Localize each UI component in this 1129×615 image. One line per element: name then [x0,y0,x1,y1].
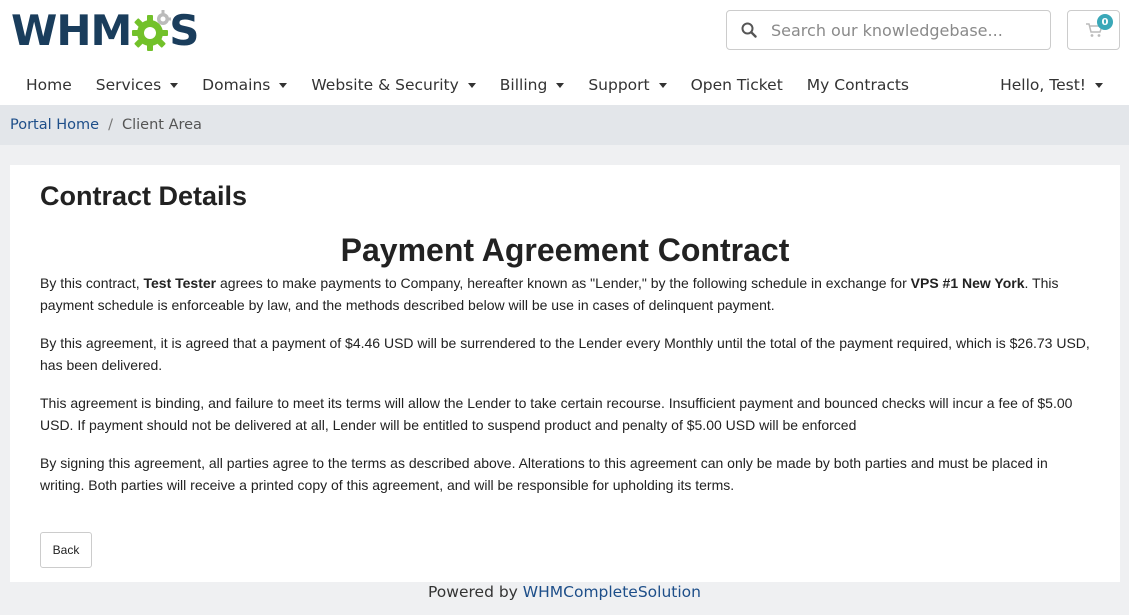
client-name: Test Tester [143,275,217,291]
contract-card: Contract Details Payment Agreement Contr… [10,165,1120,582]
caret-down-icon [658,82,667,88]
nav-item-label: Domains [202,76,271,94]
nav-item-open-ticket[interactable]: Open Ticket [679,76,795,94]
footer-link[interactable]: WHMCompleteSolution [523,583,701,601]
nav-item-label: Support [588,76,650,94]
nav-item-label: Open Ticket [690,76,783,94]
contract-text: agrees to make payments to Company, here… [216,275,911,291]
search-input[interactable] [771,20,1041,40]
account-menu[interactable]: Hello, Test! [988,76,1115,94]
knowledgebase-search[interactable] [726,10,1051,50]
contract-heading: Payment Agreement Contract [340,232,790,268]
logo-text-prefix: WHM [11,6,132,55]
cart-button[interactable]: 0 [1067,10,1120,50]
nav-item-my-contracts[interactable]: My Contracts [795,76,921,94]
caret-down-icon [1095,82,1103,88]
account-nav: Hello, Test! [988,66,1115,104]
nav-item-home[interactable]: Home [14,76,84,94]
search-icon[interactable] [727,11,771,49]
nav-item-website-security[interactable]: Website & Security [299,76,487,94]
gear-logo-icon [132,10,172,51]
caret-down-icon [556,82,565,88]
contract-paragraph: By this agreement, it is agreed that a p… [40,335,1090,373]
contract-paragraph: By this contract, Test Tester agrees to … [40,272,1090,316]
nav-item-domains[interactable]: Domains [190,76,299,94]
product-name: VPS #1 New York [910,275,1025,291]
nav-item-services[interactable]: Services [84,76,190,94]
breadcrumb: Portal Home / Client Area [0,105,1129,145]
breadcrumb-current: Client Area [121,117,202,133]
whmcs-logo[interactable]: WHM S [11,6,200,55]
caret-down-icon [170,82,179,88]
nav-item-billing[interactable]: Billing [488,76,577,94]
caret-down-icon [279,82,288,88]
footer: Powered by WHMCompleteSolution [0,583,1129,607]
nav-item-label: Home [26,76,72,94]
breadcrumb-separator: / [108,117,113,133]
contract-body: By this contract, Test Tester agrees to … [40,272,1090,512]
contract-paragraph: This agreement is binding, and failure t… [40,395,1073,433]
nav-item-label: Website & Security [311,76,459,94]
nav-item-support[interactable]: Support [576,76,678,94]
account-menu-label: Hello, Test! [1000,76,1086,94]
main-nav: Home Services Domains Website & Security… [14,66,921,104]
caret-down-icon [467,82,476,88]
breadcrumb-portal-home[interactable]: Portal Home [10,117,99,133]
page-title: Contract Details [40,181,248,211]
site-header: WHM S Search our knowledgebase... 0 Home… [0,0,1129,105]
contract-text: By this contract, [40,275,144,291]
nav-item-label: Services [95,76,162,94]
back-button[interactable]: Back [40,532,92,568]
nav-item-label: Billing [499,76,548,94]
cart-count-badge: 0 [1097,14,1113,30]
logo-text-suffix: S [169,6,199,55]
nav-item-label: My Contracts [806,76,910,94]
footer-prefix: Powered by [428,583,523,601]
contract-paragraph: By signing this agreement, all parties a… [40,455,1048,493]
